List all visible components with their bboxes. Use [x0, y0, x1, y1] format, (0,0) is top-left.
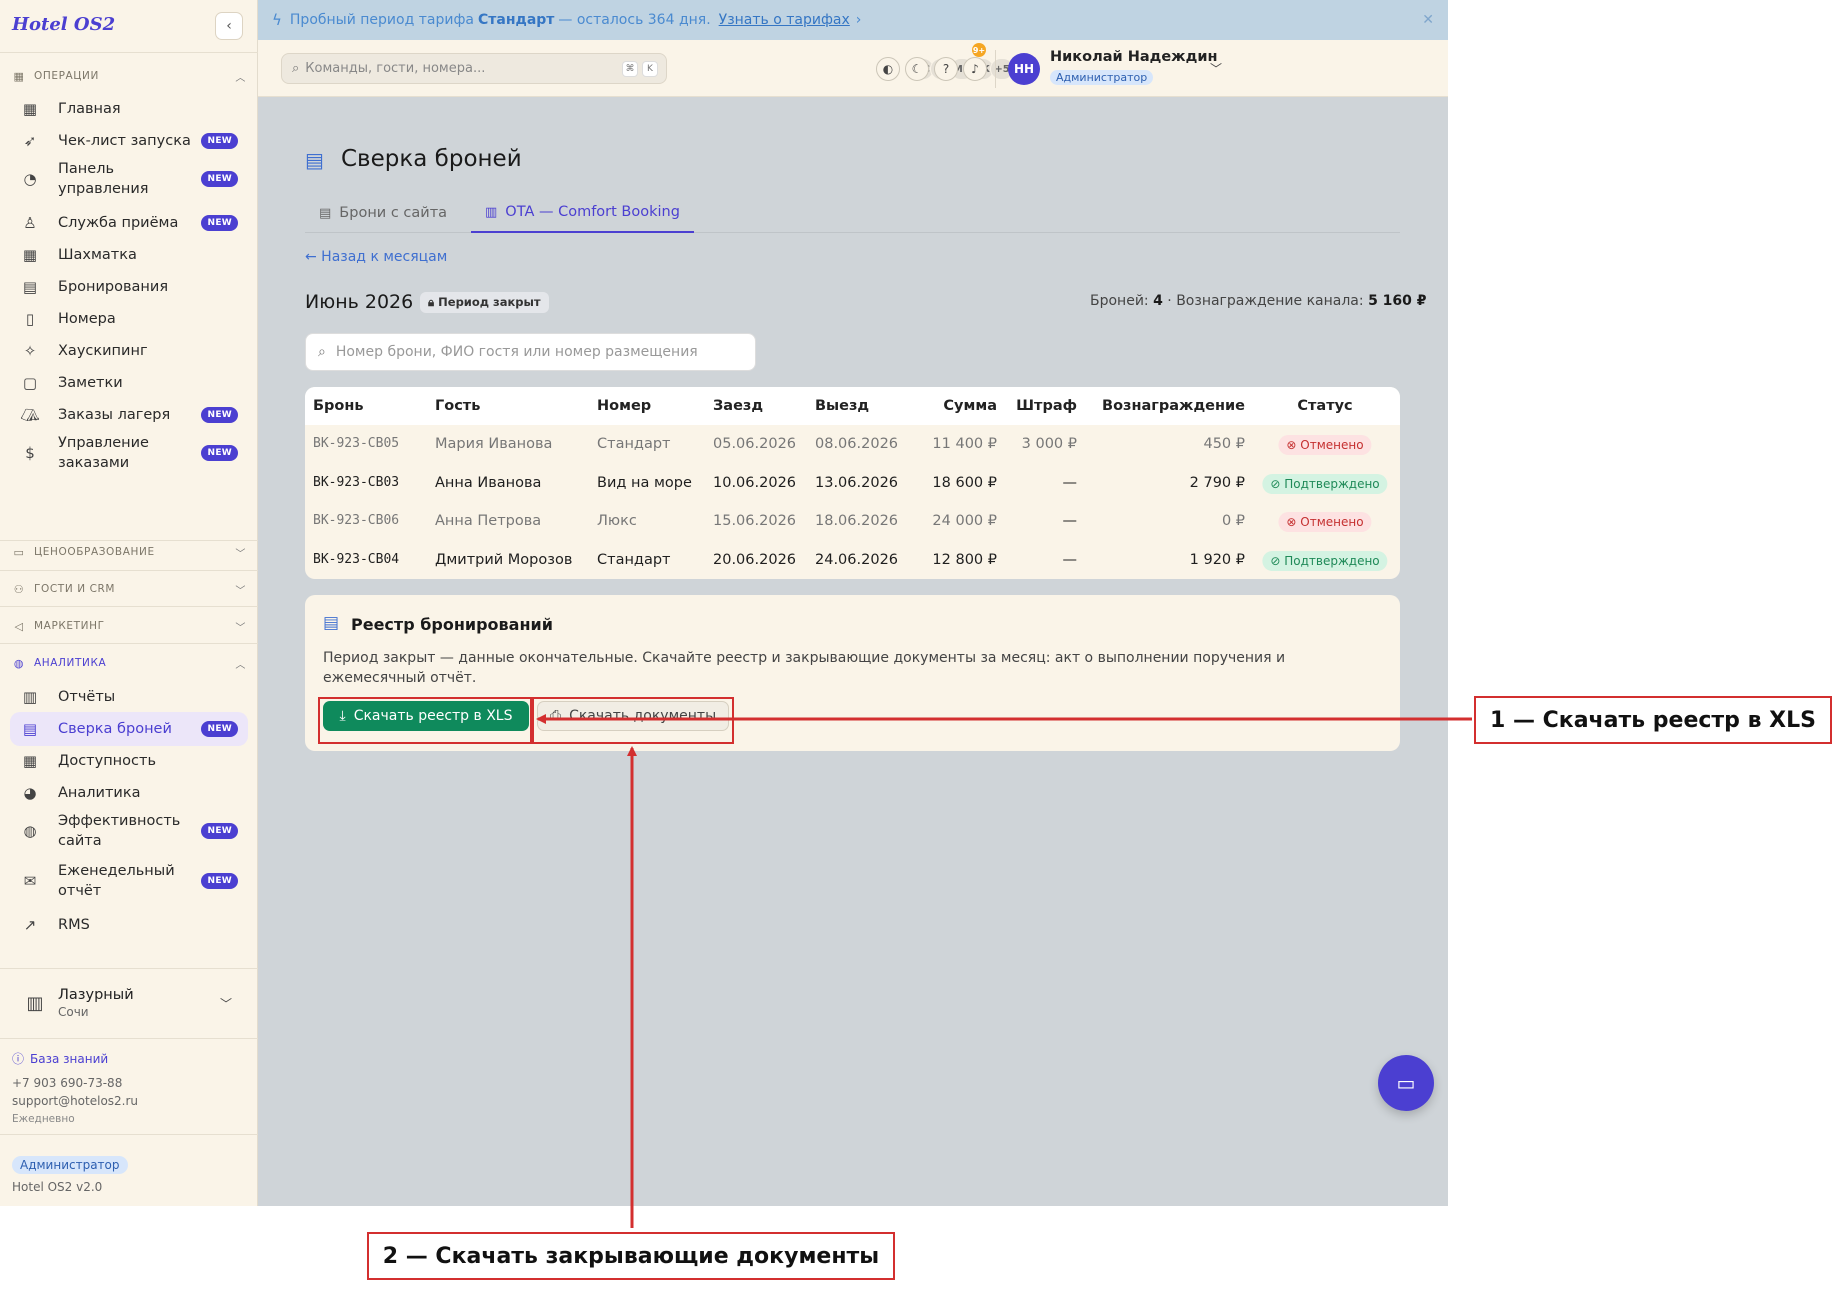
annotation-arrows [536, 714, 1472, 1228]
annotation-label-1: 1 — Скачать реестр в XLS [1474, 696, 1832, 744]
annotation-label-2: 2 — Скачать закрывающие документы [367, 1232, 895, 1280]
